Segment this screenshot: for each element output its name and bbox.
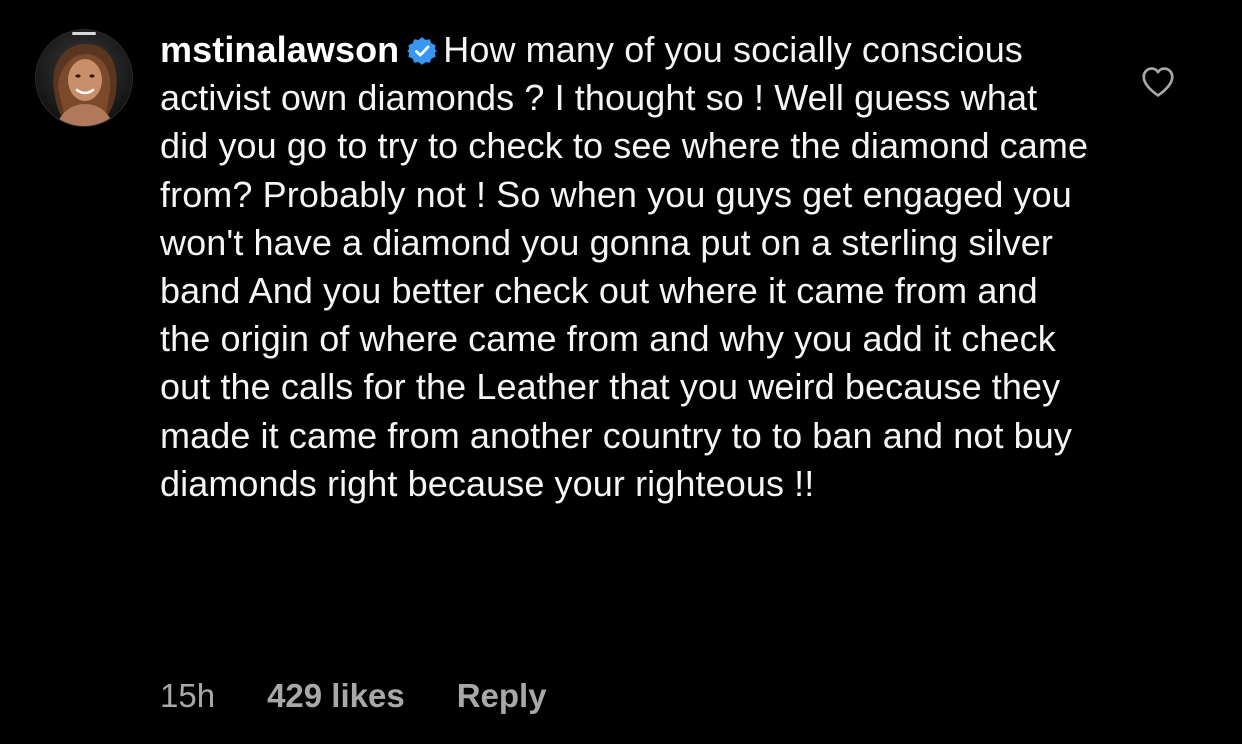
timestamp: 15h: [160, 677, 216, 714]
heart-outline-icon[interactable]: [1139, 63, 1177, 101]
comment-item: mstinalawson How many of you socially co…: [0, 0, 1242, 744]
reply-button[interactable]: Reply: [457, 677, 547, 715]
avatar[interactable]: [36, 30, 132, 126]
comment-meta: 15h 429 likes Reply: [160, 674, 547, 718]
avatar-image: [36, 30, 132, 126]
username-link[interactable]: mstinalawson: [160, 29, 399, 70]
verified-badge-icon: [407, 37, 438, 65]
comment-text: How many of you socially conscious activ…: [160, 29, 1089, 504]
likes-count-link[interactable]: 429 likes: [267, 677, 405, 715]
comment-body: mstinalawson How many of you socially co…: [160, 26, 1090, 508]
